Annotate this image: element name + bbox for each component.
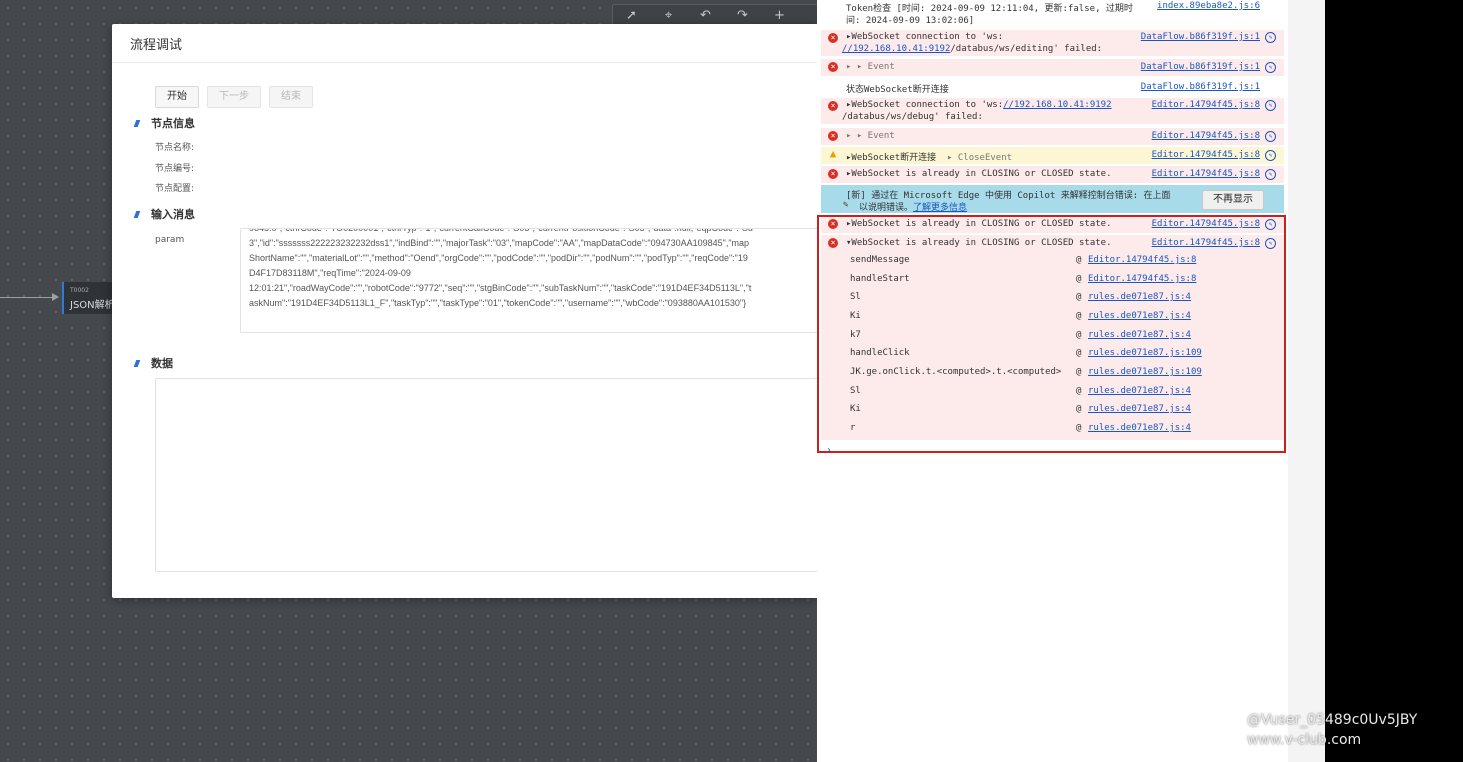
- node-id-label: 节点编号:: [155, 164, 195, 174]
- dialog-title: 流程调试: [130, 37, 183, 53]
- section-title-text: 节点信息: [151, 117, 195, 130]
- node-config-label: 节点配置:: [155, 184, 195, 194]
- data-heading: 数据: [133, 355, 173, 371]
- copilot-explain-icon[interactable]: ✎: [1265, 150, 1276, 161]
- param-json-line: 12:01:21","roadWayCode":"","robotCode":"…: [249, 283, 752, 293]
- param-label: param: [155, 235, 185, 245]
- devtools-console: Token检查 [时间: 2024-09-09 12:11:04, 更新:fal…: [817, 0, 1288, 762]
- stack-frame[interactable]: handleStart @ Editor.14794f45.js:8: [821, 270, 1284, 289]
- source-link[interactable]: index.89eba8e2.js:6: [1157, 1, 1260, 11]
- dialog-header: 流程调试: [112, 24, 817, 63]
- source-link[interactable]: Editor.14794f45.js:8: [1152, 131, 1260, 141]
- node-name: JSON解析: [70, 300, 115, 311]
- stack-frame[interactable]: r @ rules.de071e87.js:4: [821, 419, 1284, 440]
- section-marker-icon: [133, 359, 141, 367]
- stack-frame[interactable]: Sl @ rules.de071e87.js:4: [821, 288, 1284, 307]
- start-button[interactable]: 开始: [155, 86, 199, 108]
- stack-source-link[interactable]: rules.de071e87.js:4: [1088, 292, 1191, 302]
- stack-frame[interactable]: sendMessage @ Editor.14794f45.js:8: [821, 251, 1284, 270]
- section-marker-icon: [133, 119, 141, 127]
- console-error[interactable]: × ▸WebSocket is already in CLOSING or CL…: [821, 216, 1284, 233]
- copilot-explain-icon[interactable]: ✎: [1265, 100, 1276, 111]
- watermark: @Vuser_05489c0Uv5JBY www.v-club.com: [1247, 712, 1418, 748]
- param-json-line: D4F17D83118M","reqTime":"2024-09-09: [249, 268, 411, 278]
- flow-debug-dialog: 流程调试 开始 下一步 结束 节点信息 节点名称: 节点编号: 节点配置: 输入…: [112, 24, 817, 598]
- console-warning[interactable]: ▲ ▸WebSocket断开连接 ▸ CloseEvent Editor.147…: [821, 147, 1284, 164]
- copilot-explain-icon[interactable]: ✎: [1265, 32, 1276, 43]
- error-icon: ×: [828, 238, 838, 248]
- stack-frame[interactable]: Sl @ rules.de071e87.js:4: [821, 382, 1284, 401]
- copilot-explain-icon[interactable]: ✎: [1265, 169, 1276, 180]
- stack-source-link[interactable]: rules.de071e87.js:4: [1088, 330, 1191, 340]
- stack-source-link[interactable]: rules.de071e87.js:4: [1088, 386, 1191, 396]
- param-json-line: ShortName":"","materialLot":"","method":…: [249, 253, 748, 263]
- stack-frame[interactable]: k7 @ rules.de071e87.js:4: [821, 326, 1284, 345]
- console-error[interactable]: × ▸WebSocket connection to 'ws://192.168…: [821, 98, 1284, 124]
- stack-frame[interactable]: Ki @ rules.de071e87.js:4: [821, 307, 1284, 326]
- copilot-tip-banner: [新] 通过在 Microsoft Edge 中使用 Copilot 来解释控制…: [821, 185, 1284, 213]
- node-code: T0002: [70, 287, 89, 294]
- stack-frame[interactable]: JK.ge.onClick.t.<computed>.t.<computed> …: [821, 363, 1284, 382]
- source-link[interactable]: Editor.14794f45.js:8: [1152, 150, 1260, 160]
- ws-url-link[interactable]: //192.168.10.41:9192: [842, 44, 950, 54]
- devtools-side-strip: [1288, 0, 1325, 762]
- learn-more-link[interactable]: 了解更多信息: [913, 203, 967, 213]
- console-error[interactable]: × ▸ ▸ Event DataFlow.b86f319f.js:1 ✎: [821, 59, 1284, 76]
- ws-url-link[interactable]: //192.168.10.41:9192: [1003, 100, 1111, 110]
- source-link[interactable]: DataFlow.b86f319f.js:1: [1141, 32, 1260, 42]
- stack-source-link[interactable]: rules.de071e87.js:4: [1088, 404, 1191, 414]
- data-output-box[interactable]: [155, 378, 817, 572]
- end-button[interactable]: 结束: [269, 86, 313, 108]
- error-icon: ×: [828, 62, 838, 72]
- stack-source-link[interactable]: rules.de071e87.js:109: [1088, 367, 1202, 377]
- stack-source-link[interactable]: rules.de071e87.js:4: [1088, 311, 1191, 321]
- error-icon: ×: [828, 169, 838, 179]
- console-error[interactable]: × ▸WebSocket connection to 'ws: //192.16…: [821, 30, 1284, 56]
- stack-source-link[interactable]: rules.de071e87.js:109: [1088, 348, 1202, 358]
- node-info-heading: 节点信息: [133, 115, 195, 131]
- section-title-text: 数据: [151, 357, 173, 370]
- source-link[interactable]: Editor.14794f45.js:8: [1152, 169, 1260, 179]
- console-prompt[interactable]: ›: [827, 445, 831, 456]
- stack-source-link[interactable]: Editor.14794f45.js:8: [1088, 274, 1196, 284]
- input-message-heading: 输入消息: [133, 206, 195, 222]
- stack-frame[interactable]: Ki @ rules.de071e87.js:4: [821, 400, 1284, 419]
- section-title-text: 输入消息: [151, 208, 195, 221]
- console-error[interactable]: × ▸WebSocket is already in CLOSING or CL…: [821, 166, 1284, 183]
- copilot-explain-icon[interactable]: ✎: [1265, 62, 1276, 73]
- source-link[interactable]: DataFlow.b86f319f.js:1: [1141, 62, 1260, 72]
- source-link[interactable]: Editor.14794f45.js:8: [1152, 100, 1260, 110]
- error-icon: ×: [828, 101, 838, 111]
- debug-button-row: 开始 下一步 结束: [155, 86, 313, 108]
- param-json-line: 3","id":"sssssss222223232232dss1","indBi…: [249, 238, 750, 248]
- console-error[interactable]: × ▸ ▸ Event Editor.14794f45.js:8 ✎: [821, 128, 1284, 145]
- screen-edge: [1325, 0, 1463, 762]
- copilot-explain-icon[interactable]: ✎: [1265, 131, 1276, 142]
- param-json-box[interactable]: 9845.0","cthrCode":"TO0200001","cthrTyp"…: [240, 228, 817, 333]
- section-marker-icon: [133, 210, 141, 218]
- source-link[interactable]: Editor.14794f45.js:8: [1152, 219, 1260, 229]
- flow-edge: [0, 297, 56, 298]
- console-message: Token检查 [时间: 2024-09-09 12:11:04, 更新:fal…: [821, 0, 1284, 26]
- error-icon: ×: [828, 33, 838, 43]
- source-link[interactable]: Editor.14794f45.js:8: [1152, 238, 1260, 248]
- copilot-explain-icon[interactable]: ✎: [1265, 238, 1276, 249]
- console-log: 状态WebSocket断开连接 DataFlow.b86f319f.js:1: [821, 79, 1284, 96]
- error-icon: ×: [828, 219, 838, 229]
- dont-show-again-button[interactable]: 不再显示: [1202, 190, 1264, 210]
- copilot-explain-icon[interactable]: ✎: [1265, 219, 1276, 230]
- error-icon: ×: [828, 131, 838, 141]
- stack-source-link[interactable]: rules.de071e87.js:4: [1088, 423, 1191, 433]
- param-json-line: askNum":"191D4EF34D5113L1_F","taskTyp":"…: [249, 298, 747, 308]
- arrow-icon: [52, 293, 59, 301]
- stack-frame[interactable]: handleClick @ rules.de071e87.js:109: [821, 344, 1284, 363]
- warning-icon: ▲: [829, 147, 837, 160]
- node-name-label: 节点名称:: [155, 143, 195, 153]
- next-step-button[interactable]: 下一步: [207, 86, 261, 108]
- console-error-expanded[interactable]: × ▾WebSocket is already in CLOSING or CL…: [821, 235, 1284, 252]
- copilot-icon: ✎: [843, 200, 849, 210]
- stack-source-link[interactable]: Editor.14794f45.js:8: [1088, 255, 1196, 265]
- param-json-line: 9845.0","cthrCode":"TO0200001","cthrTyp"…: [249, 228, 753, 233]
- source-link[interactable]: DataFlow.b86f319f.js:1: [1141, 82, 1260, 92]
